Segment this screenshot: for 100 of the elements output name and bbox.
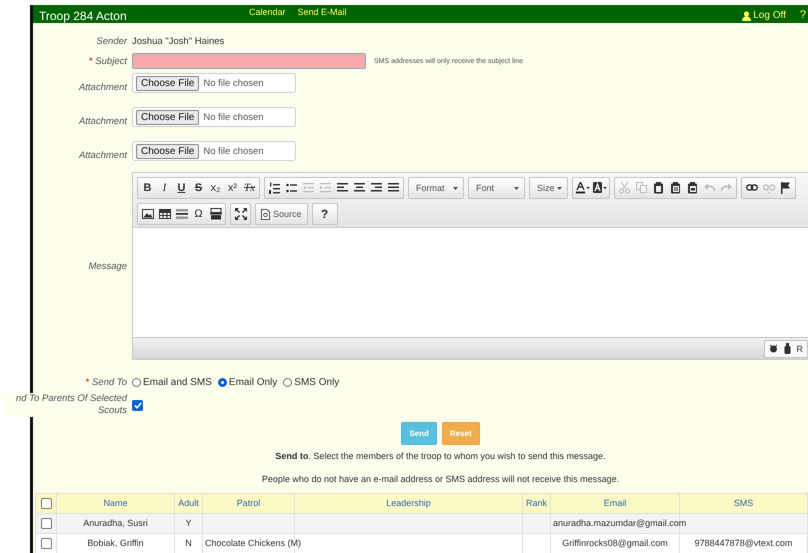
editor-status-text: R (796, 344, 803, 354)
file-status: No file chosen (203, 112, 264, 122)
required-mark: * (86, 377, 90, 388)
checkbox[interactable] (132, 400, 143, 410)
format-button[interactable]: I (156, 179, 173, 197)
table-cell: Chocolate Chickens (M) (205, 538, 302, 548)
format-button[interactable]: B (139, 179, 156, 197)
table-cell: Bobiak, Griffin (87, 538, 144, 548)
checkbox[interactable] (40, 498, 52, 510)
flag-icon (780, 182, 792, 194)
horizontal-line-icon (176, 208, 188, 220)
table-cell: N (185, 538, 192, 548)
file-input[interactable]: Choose File No file chosen (132, 73, 296, 93)
column-header[interactable]: Patrol (202, 494, 294, 514)
undo-icon (704, 182, 716, 194)
checkmark-icon (134, 402, 142, 408)
dropdown-label: Format (416, 183, 445, 193)
numbered-list-icon (268, 182, 280, 194)
radio-label: Email and SMS (143, 377, 212, 388)
field-label: Sender (96, 36, 127, 47)
justify-icon (388, 182, 400, 194)
column-header[interactable]: Email (550, 494, 680, 514)
table-cell: 9788447878@vtext.com (694, 538, 792, 548)
required-mark: * (88, 56, 93, 66)
maximize-icon (234, 208, 246, 220)
align-center-icon (354, 182, 366, 194)
caret-icon (557, 186, 562, 190)
info-text: People who do not have an e-mail address or SMS address will not receive this message. (260, 474, 620, 484)
outdent-icon (302, 182, 314, 194)
info-text: Send to. Select the members of the troop to whom you wish to send this message. (274, 451, 607, 461)
column-header[interactable]: Name (56, 494, 174, 514)
redo-icon (720, 182, 732, 194)
column-header[interactable]: Adult (174, 494, 202, 514)
help-button[interactable]: ? (314, 205, 336, 223)
field-label: Send To (90, 377, 127, 388)
align-right-icon (370, 182, 382, 194)
dropdown[interactable]: Size (531, 179, 566, 197)
subject-field[interactable] (132, 53, 366, 69)
dropdown[interactable]: Format (410, 179, 462, 197)
radio-button[interactable] (218, 378, 227, 387)
source-button[interactable]: Source (257, 205, 306, 223)
format-button[interactable]: x₂ (207, 179, 224, 197)
choose-file-button[interactable]: Choose File (136, 110, 200, 124)
clipboard-text-icon (670, 182, 682, 194)
log-off-link[interactable]: Log Off (742, 10, 786, 21)
choose-file-button[interactable]: Choose File (136, 76, 200, 90)
table-cell: Griffinrocks08@gmail.com (562, 538, 668, 548)
table-cell: anuradha.mazumdar@gmail.com (553, 518, 686, 528)
nav-link[interactable]: Calendar (249, 7, 286, 17)
checkbox[interactable] (40, 518, 52, 530)
checkbox[interactable] (40, 538, 52, 550)
text-color-icon (576, 182, 590, 194)
column-header[interactable]: Rank (522, 494, 550, 514)
format-button[interactable]: Ω (190, 205, 207, 223)
copy-icon (636, 182, 648, 194)
format-button[interactable]: S (190, 179, 207, 197)
page-break-icon (210, 208, 222, 220)
table-cell: Y (185, 518, 192, 528)
format-button[interactable]: x² (224, 179, 241, 197)
bulleted-list-icon (286, 182, 298, 194)
clipboard-icon (652, 182, 664, 194)
site-title: Troop 284 Acton (38, 8, 128, 23)
radio-label: Email Only (228, 377, 278, 388)
file-input[interactable]: Choose File No file chosen (132, 141, 296, 161)
image-icon (142, 208, 154, 220)
dropdown[interactable]: Font (470, 179, 523, 197)
column-header[interactable]: SMS (680, 494, 808, 514)
bottle-icon (784, 343, 790, 354)
caret-icon (514, 186, 519, 190)
nav-link[interactable]: Send E-Mail (298, 7, 347, 17)
column-header[interactable]: Leadership (294, 494, 522, 514)
format-button[interactable]: U (173, 179, 190, 197)
bug-icon (768, 343, 778, 354)
file-status: No file chosen (203, 78, 264, 88)
radio-button[interactable] (283, 378, 292, 387)
unlink-icon (762, 182, 774, 194)
user-icon (742, 10, 752, 20)
document-icon (261, 208, 270, 220)
sender-name: Joshua "Josh" Haines (132, 36, 224, 47)
background-color-icon (592, 182, 606, 194)
help-link[interactable]: ? (800, 9, 806, 21)
field-label: Subject (94, 56, 127, 66)
dropdown-label: Size (537, 183, 555, 193)
field-label: nd To Parents Of Selected Scouts (3, 393, 127, 417)
scissors-icon (618, 182, 630, 194)
field-label: Attachment (78, 116, 127, 127)
table-icon (158, 208, 170, 220)
file-input[interactable]: Choose File No file chosen (132, 107, 296, 127)
file-status: No file chosen (203, 146, 264, 156)
align-left-icon (336, 182, 348, 194)
caret-icon (453, 186, 458, 190)
dropdown-label: Font (476, 183, 494, 193)
field-label: Message (88, 260, 127, 272)
field-label: Attachment (78, 150, 127, 161)
format-button[interactable]: Tx (241, 179, 258, 197)
indent-icon (320, 182, 332, 194)
choose-file-button[interactable]: Choose File (136, 144, 200, 158)
radio-button[interactable] (132, 378, 141, 387)
table-cell: Anuradha, Susri (83, 518, 148, 528)
field-label: Attachment (78, 82, 127, 93)
